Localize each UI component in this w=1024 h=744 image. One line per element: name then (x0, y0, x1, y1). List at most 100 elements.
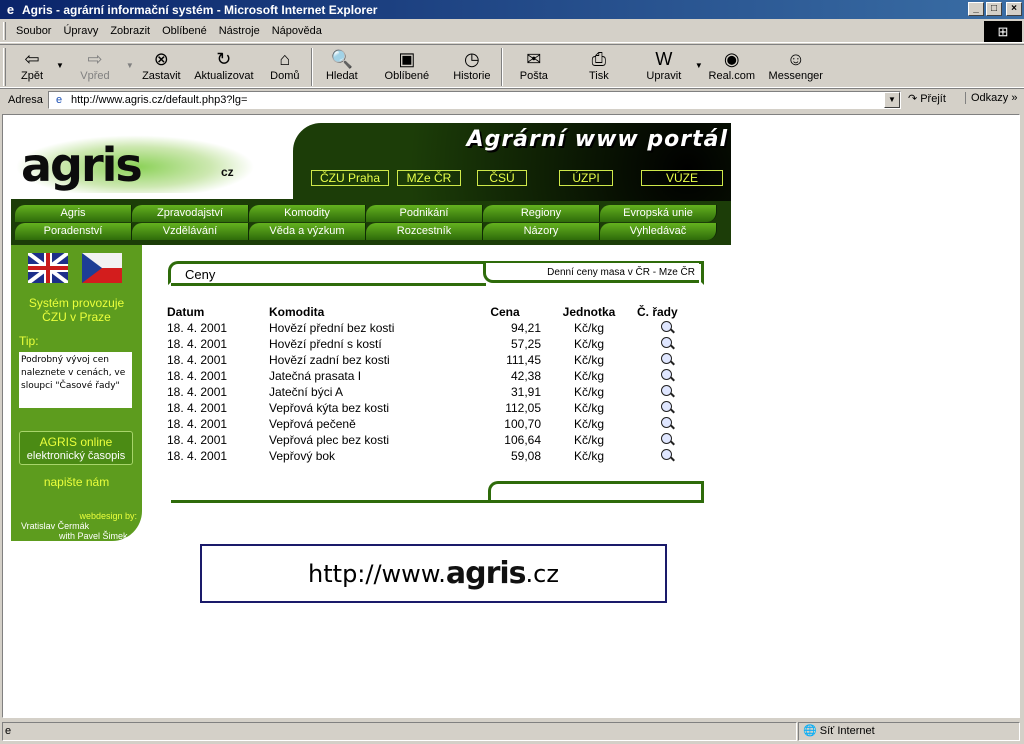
magnifier-icon[interactable] (660, 353, 672, 364)
table-row: 18. 4. 2001 Vepřová plec bez kosti 106,64 K… (167, 432, 695, 448)
stop-label: Zastavit (142, 70, 181, 82)
edit-label: Upravit (646, 70, 682, 82)
edit-dropdown-icon[interactable]: ▼ (695, 61, 703, 70)
czech-flag-icon[interactable] (82, 253, 122, 283)
links-button[interactable]: Odkazy » (965, 92, 1017, 104)
row-series-cell (637, 432, 695, 448)
agris-logo[interactable]: agris cz (15, 135, 255, 195)
nav-eu[interactable]: Evropská unie (600, 205, 717, 222)
nav-regions[interactable]: Regiony (483, 205, 600, 222)
maximize-button[interactable]: □ (986, 2, 1002, 16)
edit-button[interactable]: W Upravit (633, 48, 695, 82)
nav-news[interactable]: Zpravodajství (132, 205, 249, 222)
magnifier-icon[interactable] (660, 449, 672, 460)
row-price: 94,21 (510, 321, 541, 335)
page-viewport: Agrární www portál agris cz ČZU Praha MZ… (2, 114, 1020, 718)
go-button[interactable]: ↷ Přejít (908, 92, 946, 106)
links-label: Odkazy (971, 92, 1009, 104)
content-footer-line (171, 500, 704, 503)
banner-suffix: .cz (525, 559, 559, 588)
refresh-button[interactable]: ↻ Aktualizovat (189, 48, 259, 82)
tip-box: Podrobný vývoj cen naleznete v cenách, v… (19, 352, 132, 408)
magnifier-icon[interactable] (660, 369, 672, 380)
magnifier-icon[interactable] (660, 385, 672, 396)
back-dropdown-icon[interactable]: ▼ (56, 61, 64, 70)
stop-button[interactable]: ⊗ Zastavit (134, 48, 189, 82)
search-icon: 🔍 (330, 49, 354, 69)
table-row: 18. 4. 2001 Hovězí přední s kostí 57,25 Kč/… (167, 336, 695, 352)
row-unit: Kč/kg (573, 337, 604, 351)
content-header-underline (171, 283, 486, 286)
nav-commodities[interactable]: Komodity (249, 205, 366, 222)
row-commodity: Vepřový bok (269, 449, 336, 463)
standard-toolbar: ⇦ Zpět ▼ ⇨ Vpřed ▼ ⊗ Zastavit ↻ Aktualiz… (0, 44, 1024, 88)
toolbar-grip (3, 48, 6, 86)
agris-url-banner[interactable]: http://www. agris .cz (200, 544, 667, 603)
row-price: 106,64 (504, 433, 541, 447)
magnifier-icon[interactable] (660, 433, 672, 444)
back-button[interactable]: ⇦ Zpět (8, 48, 56, 82)
refresh-icon: ↻ (216, 49, 232, 69)
history-button[interactable]: ◷ Historie (443, 48, 501, 82)
magnifier-icon[interactable] (660, 417, 672, 428)
english-flag-icon[interactable] (28, 253, 68, 283)
menu-edit[interactable]: Úpravy (57, 23, 104, 39)
minimize-button[interactable]: _ (968, 2, 984, 16)
magnifier-icon[interactable] (660, 401, 672, 412)
history-icon: ◷ (463, 49, 480, 69)
close-button[interactable]: × (1006, 2, 1022, 16)
write-us-link[interactable]: napište nám (11, 475, 142, 489)
back-arrow-icon: ⇦ (24, 49, 40, 69)
address-dropdown-icon[interactable]: ▼ (884, 92, 900, 108)
row-unit: Kč/kg (573, 417, 604, 431)
price-table: Datum Komodita Cena Jednotka Č. řady 18.… (167, 303, 695, 464)
menu-view[interactable]: Zobrazit (104, 23, 156, 39)
row-series-cell (637, 416, 695, 432)
status-zone-text: Síť Internet (819, 725, 875, 737)
banner-brand: agris (445, 556, 527, 591)
ext-link-csu[interactable]: ČSÚ (477, 170, 527, 186)
nav-crossroads[interactable]: Rozcestník (366, 223, 483, 240)
ext-link-uzpi[interactable]: ÚZPI (559, 170, 613, 186)
magnifier-icon[interactable] (660, 337, 672, 348)
realcom-button[interactable]: ◉ Real.com (703, 48, 761, 82)
table-row: 18. 4. 2001 Jatečná prasata I 42,38 Kč/kg (167, 368, 695, 384)
ext-link-czu[interactable]: ČZU Praha (311, 170, 389, 186)
nav-education[interactable]: Vzdělávání (132, 223, 249, 240)
forward-button[interactable]: ⇨ Vpřed (64, 48, 126, 82)
row-commodity: Vepřová kýta bez kosti (269, 401, 390, 415)
ext-link-vuze[interactable]: VÚZE (641, 170, 723, 186)
nav-agris[interactable]: Agris (15, 205, 132, 222)
print-button[interactable]: ⎙ Tisk (565, 48, 633, 82)
agris-online-button[interactable]: AGRIS online elektronický časopis (19, 431, 133, 465)
forward-dropdown-icon[interactable]: ▼ (126, 61, 134, 70)
address-input[interactable]: e http://www.agris.cz/default.php3?lg= ▼ (48, 91, 901, 109)
mail-button[interactable]: ✉ Pošta (503, 48, 565, 82)
window-titlebar: e Agris - agrární informační systém - Mi… (0, 0, 1024, 19)
nav-business[interactable]: Podnikání (366, 205, 483, 222)
menu-tools[interactable]: Nástroje (213, 23, 266, 39)
nav-advisory[interactable]: Poradenství (15, 223, 132, 240)
nav-opinions[interactable]: Názory (483, 223, 600, 240)
magnifier-icon[interactable] (660, 321, 672, 332)
forward-arrow-icon: ⇨ (87, 49, 103, 69)
menu-favorites[interactable]: Oblíbené (156, 23, 213, 39)
messenger-person-icon: ☺ (786, 49, 805, 69)
search-label: Hledat (325, 70, 358, 82)
history-label: Historie (453, 70, 491, 82)
stop-icon: ⊗ (153, 49, 169, 69)
row-price: 31,91 (510, 385, 541, 399)
address-url[interactable]: http://www.agris.cz/default.php3?lg= (71, 94, 247, 106)
ext-link-mze[interactable]: MZe ČR (397, 170, 461, 186)
home-icon: ⌂ (279, 49, 291, 69)
home-button[interactable]: ⌂ Domů (259, 48, 311, 82)
search-button[interactable]: 🔍 Hledat (313, 48, 371, 82)
menu-help[interactable]: Nápověda (266, 23, 328, 39)
nav-research[interactable]: Věda a výzkum (249, 223, 366, 240)
nav-search[interactable]: Vyhledávač (600, 223, 717, 240)
table-row: 18. 4. 2001 Hovězí přední bez kosti 94,21 K… (167, 320, 695, 336)
menu-file[interactable]: Soubor (10, 23, 57, 39)
row-series-cell (637, 384, 695, 400)
favorites-button[interactable]: ▣ Oblíbené (371, 48, 443, 82)
messenger-button[interactable]: ☺ Messenger (761, 48, 831, 82)
